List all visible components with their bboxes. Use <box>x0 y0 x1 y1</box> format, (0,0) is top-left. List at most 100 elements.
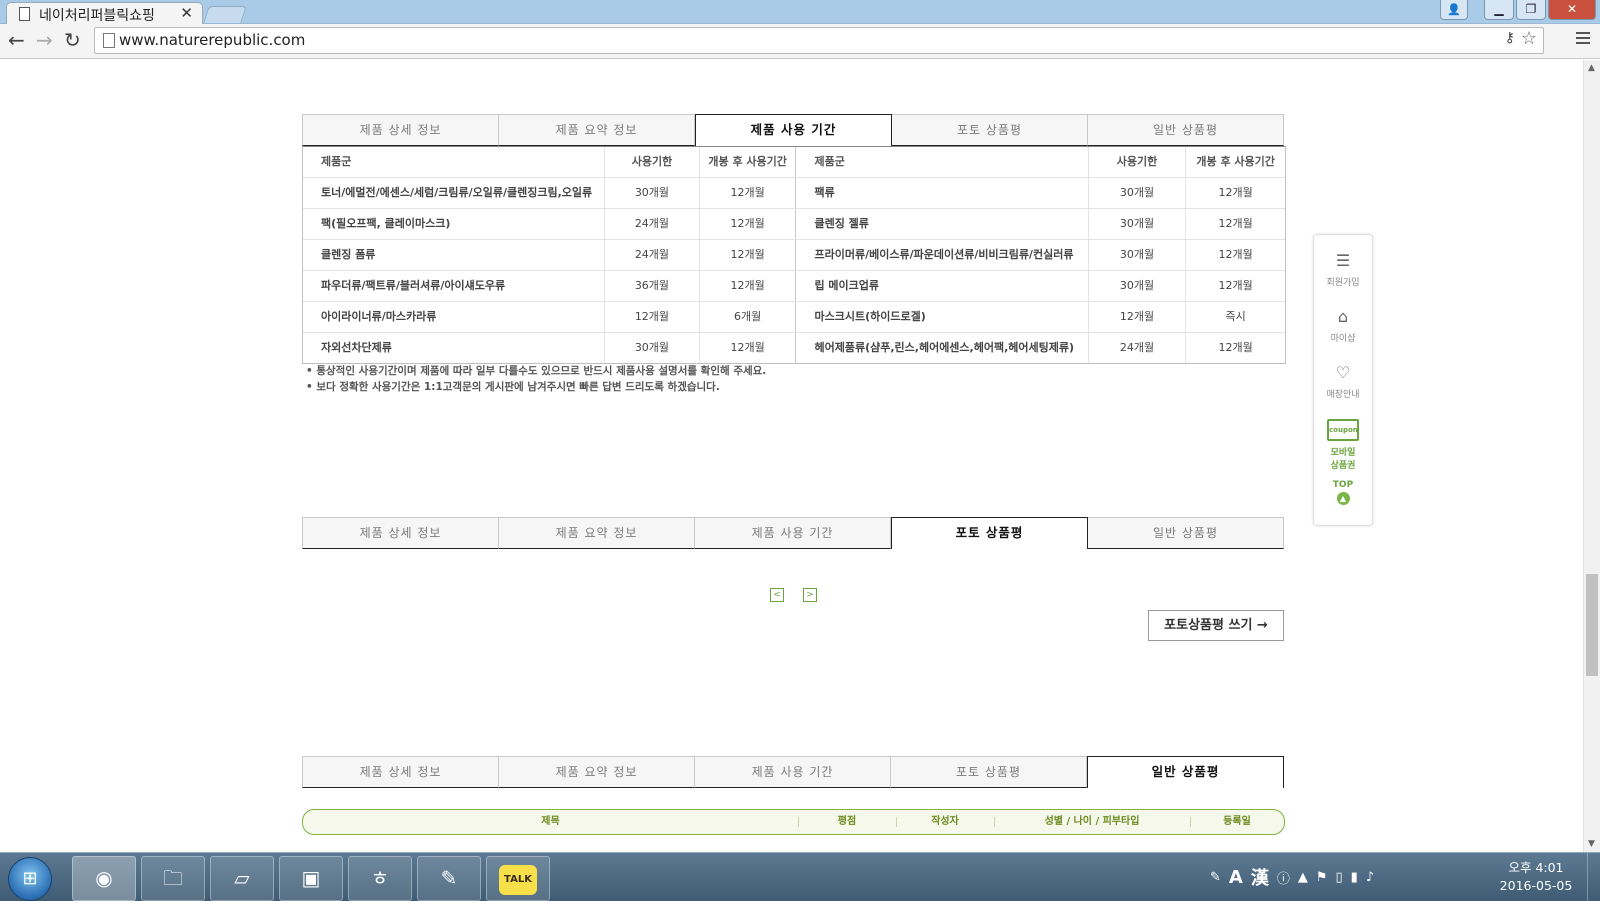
network-icon[interactable]: ▮ <box>1351 870 1358 885</box>
explorer-taskbar-button[interactable]: 🗀 <box>141 856 205 901</box>
address-bar[interactable]: www.naturerepublic.com ⚷ ☆ <box>94 27 1544 54</box>
close-window-button[interactable]: ✕ <box>1548 0 1596 20</box>
tab-close-icon[interactable]: ✕ <box>180 4 193 22</box>
cell-after-open: 12개월 <box>698 333 797 363</box>
quick-mobile-gift[interactable]: coupon 모바일 상품권 <box>1314 419 1372 471</box>
tab-title: 네이처리퍼블릭쇼핑 <box>39 8 155 24</box>
tab-photo-review[interactable]: 포토 상품평 <box>892 114 1088 146</box>
table-row: 팩(필오프팩, 클레이마스크) 24개월 12개월 클렌징 젤류 30개월 12… <box>303 208 1285 239</box>
tab-usage-period[interactable]: 제품 사용 기간 <box>695 114 892 146</box>
minimize-button[interactable]: ▁ <box>1484 0 1514 20</box>
clock[interactable]: 오후 4:01 2016-05-05 <box>1490 859 1582 895</box>
cell-after-open: 12개월 <box>1185 240 1285 270</box>
user-icon[interactable]: 👤 <box>1440 0 1468 20</box>
cell-expiry: 24개월 <box>1087 333 1186 363</box>
tray-overflow-icon[interactable]: ▲ <box>1298 870 1308 885</box>
restore-button[interactable]: ❐ <box>1516 0 1546 20</box>
kakaotalk-icon: TALK <box>499 864 537 895</box>
clock-time: 오후 4:01 <box>1508 860 1564 875</box>
tab-product-summary[interactable]: 제품 요약 정보 <box>499 517 695 549</box>
system-tray: ✎ A 漢 ⓘ ▲ ⚑ ▯ ▮ ♪ <box>1210 853 1374 901</box>
flag-icon[interactable]: ⚑ <box>1316 870 1328 885</box>
quick-stores[interactable]: ♡ 매장안내 <box>1314 363 1372 400</box>
windows-taskbar: ⊞ ◉ 🗀 ▱ ▣ ㅎ ✎ TALK ✎ A 漢 ⓘ ▲ ⚑ ▯ ▮ ♪ 오후 … <box>0 852 1600 901</box>
cell-after-open: 12개월 <box>1185 209 1285 239</box>
battery-icon[interactable]: ▯ <box>1336 870 1343 885</box>
show-desktop-button[interactable] <box>1587 853 1600 901</box>
notes-taskbar-button[interactable]: ▱ <box>210 856 274 901</box>
usage-period-table: 제품군 사용기한 개봉 후 사용기간 제품군 사용기한 개봉 후 사용기간 토너… <box>302 146 1286 364</box>
control-panel-taskbar-button[interactable]: ▣ <box>279 856 343 901</box>
tab-usage-period[interactable]: 제품 사용 기간 <box>695 756 891 788</box>
write-photo-review-button[interactable]: 포토상품평 쓰기 → <box>1148 610 1284 641</box>
tab-photo-review[interactable]: 포토 상품평 <box>891 517 1088 549</box>
tab-product-summary[interactable]: 제품 요약 정보 <box>499 756 695 788</box>
tab-general-review[interactable]: 일반 상품평 <box>1088 114 1284 146</box>
tab-general-review[interactable]: 일반 상품평 <box>1087 756 1284 788</box>
key-icon[interactable]: ⚷ <box>1505 30 1515 46</box>
cell-group: 파우더류/팩트류/블러셔류/아이섀도우류 <box>321 279 506 292</box>
cell-expiry: 30개월 <box>1087 240 1186 270</box>
scroll-down-icon[interactable]: ▼ <box>1588 839 1595 849</box>
store-icon: ⌂ <box>1337 307 1349 326</box>
top-button[interactable]: TOP ▲ <box>1314 480 1372 505</box>
header-profile: 성별 / 나이 / 피부타입 <box>994 810 1190 834</box>
bookmark-star-icon[interactable]: ☆ <box>1521 28 1537 49</box>
table-row: 클렌징 폼류 24개월 12개월 프라이머류/베이스류/파운데이션류/비비크림류… <box>303 239 1285 270</box>
language-icon[interactable]: ✎ <box>1210 870 1221 885</box>
url-text[interactable]: www.naturerepublic.com <box>119 31 305 49</box>
reload-icon[interactable]: ↻ <box>64 30 81 50</box>
start-button[interactable]: ⊞ <box>8 857 52 901</box>
cell-after-open: 즉시 <box>1185 302 1285 332</box>
cell-group: 프라이머류/베이스류/파운데이션류/비비크림류/컨실러류 <box>814 248 1074 261</box>
chrome-taskbar-button[interactable]: ◉ <box>72 856 136 901</box>
tab-photo-review[interactable]: 포토 상품평 <box>891 756 1087 788</box>
ime-han[interactable]: 漢 <box>1251 864 1269 890</box>
header-after-open: 개봉 후 사용기간 <box>1185 147 1285 177</box>
product-tabs-3: 제품 상세 정보 제품 요약 정보 제품 사용 기간 포토 상품평 일반 상품평 <box>302 756 1284 788</box>
cell-expiry: 30개월 <box>1087 178 1186 208</box>
cell-expiry: 30개월 <box>1087 271 1186 301</box>
back-icon[interactable]: ← <box>8 30 25 50</box>
tab-product-detail[interactable]: 제품 상세 정보 <box>302 517 499 549</box>
quick-myshop[interactable]: ⌂ 마이샵 <box>1314 307 1372 344</box>
forward-icon[interactable]: → <box>36 30 53 50</box>
review-table-header: 제목 평점 작성자 성별 / 나이 / 피부타입 등록일 <box>302 809 1285 835</box>
quick-menu: ☰ 회원가입 ⌂ 마이샵 ♡ 매장안내 coupon 모바일 상품권 TOP ▲ <box>1313 234 1373 526</box>
cell-group: 클렌징 젤류 <box>814 217 869 230</box>
browser-tab[interactable]: 네이처리퍼블릭쇼핑 ✕ <box>6 2 203 25</box>
cell-group: 헤어제품류(샴푸,린스,헤어에센스,헤어팩,헤어세팅제류) <box>814 341 1075 354</box>
cell-after-open: 12개월 <box>1185 333 1285 363</box>
cell-expiry: 12개월 <box>1087 302 1186 332</box>
cell-expiry: 30개월 <box>604 333 699 363</box>
next-page-button[interactable]: > <box>803 588 817 602</box>
kakaotalk-taskbar-button[interactable]: TALK <box>486 856 550 901</box>
paint-taskbar-button[interactable]: ✎ <box>417 856 481 901</box>
scroll-up-icon[interactable]: ▲ <box>1588 63 1595 73</box>
cell-group: 클렌징 폼류 <box>321 248 376 261</box>
tab-general-review[interactable]: 일반 상품평 <box>1088 517 1284 549</box>
browser-toolbar: ← → ↻ www.naturerepublic.com ⚷ ☆ <box>0 24 1600 59</box>
tab-product-detail[interactable]: 제품 상세 정보 <box>302 114 499 146</box>
window-titlebar: 네이처리퍼블릭쇼핑 ✕ 👤 ▁ ❐ ✕ <box>0 0 1600 25</box>
quick-join[interactable]: ☰ 회원가입 <box>1314 251 1372 288</box>
header-expiry: 사용기한 <box>1087 147 1186 177</box>
tab-usage-period[interactable]: 제품 사용 기간 <box>695 517 891 549</box>
header-group: 제품군 <box>814 155 845 168</box>
volume-icon[interactable]: ♪ <box>1366 870 1374 885</box>
page-scrollbar[interactable]: ▲ ▼ <box>1583 60 1600 852</box>
ime-a[interactable]: A <box>1229 867 1243 888</box>
hangul-taskbar-button[interactable]: ㅎ <box>348 856 412 901</box>
help-icon[interactable]: ⓘ <box>1277 868 1290 887</box>
scroll-thumb[interactable] <box>1586 574 1598 676</box>
header-author: 작성자 <box>896 810 994 834</box>
product-tabs-1: 제품 상세 정보 제품 요약 정보 제품 사용 기간 포토 상품평 일반 상품평 <box>302 114 1284 146</box>
cell-after-open: 12개월 <box>698 209 797 239</box>
cell-expiry: 12개월 <box>604 302 699 332</box>
new-tab-button[interactable] <box>203 6 247 23</box>
menu-icon[interactable] <box>1576 32 1590 47</box>
prev-page-button[interactable]: < <box>770 588 784 602</box>
cell-group: 립 메이크업류 <box>814 279 880 292</box>
tab-product-summary[interactable]: 제품 요약 정보 <box>499 114 695 146</box>
tab-product-detail[interactable]: 제품 상세 정보 <box>302 756 499 788</box>
